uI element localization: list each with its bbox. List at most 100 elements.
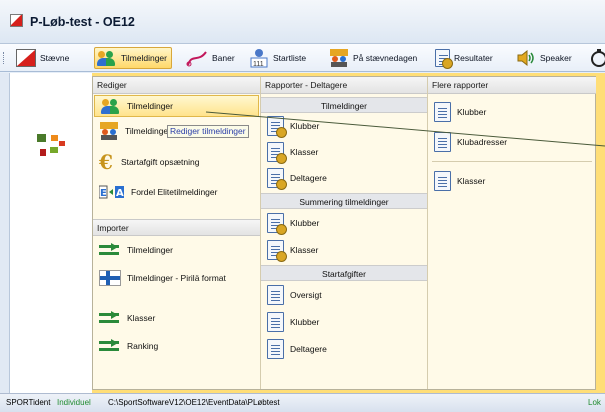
rapport-afg-oversigt-item[interactable]: Oversigt	[261, 281, 427, 308]
report-euro-icon	[267, 338, 284, 359]
left-handle	[3, 52, 5, 64]
column-flere-rapporter: Flere rapporter Klubber Klubadresser Kla…	[428, 77, 596, 389]
svg-text:111: 111	[253, 61, 264, 68]
status-mode: Individuel	[57, 398, 91, 407]
group-header-startafgifter: Startafgifter	[261, 265, 427, 281]
speaker-icon	[517, 50, 534, 66]
report-icon	[267, 168, 287, 190]
item-label: Startafgift opsætning	[121, 157, 200, 167]
orienteering-flag-icon	[16, 49, 36, 67]
item-label: Tilmeldinger - Pirilä format	[127, 273, 226, 283]
item-label: Klasser	[457, 176, 486, 186]
column-rapporter: Rapporter - Deltagere Tilmeldinger Klubb…	[261, 77, 427, 389]
menu-paa-staevnedagen[interactable]: På stævnedagen	[329, 47, 417, 69]
people-sign-icon	[330, 49, 348, 67]
people-icon	[97, 50, 117, 66]
item-label: Klubber	[457, 107, 487, 117]
results-document-icon	[435, 49, 453, 69]
startafgift-opsaetning-item[interactable]: € Startafgift opsætning	[93, 145, 260, 179]
menu-label: Speaker	[540, 53, 572, 63]
people-sign-icon	[100, 122, 118, 140]
menu-label: Startliste	[273, 53, 307, 63]
menu-resultater[interactable]: Resultater	[435, 47, 493, 69]
item-label: Klubadresser	[457, 137, 508, 147]
item-label: Klubber	[290, 217, 320, 228]
group-header-summering: Summering tilmeldinger	[261, 193, 427, 209]
status-right: Lok	[588, 398, 601, 407]
svg-text:A: A	[116, 188, 124, 199]
flere-klubber-item[interactable]: Klubber	[428, 97, 596, 127]
menu-baner[interactable]: Baner	[186, 47, 235, 69]
finnish-flag-icon	[99, 270, 121, 286]
report-icon	[434, 102, 451, 122]
report-icon	[267, 142, 287, 164]
menu-label: Stævne	[40, 53, 70, 63]
flere-klubadresser-item[interactable]: Klubadresser	[428, 127, 596, 157]
item-label: Tilmeldinger	[127, 245, 173, 255]
section-header-importer: Importer	[93, 219, 260, 236]
menu-label: Baner	[212, 53, 235, 63]
course-icon	[186, 51, 207, 67]
section-header-rediger: Rediger	[93, 77, 260, 94]
menu-label: Resultater	[454, 53, 493, 63]
left-strip	[0, 73, 10, 393]
report-icon	[267, 212, 287, 235]
report-icon	[267, 239, 287, 262]
app-logo-icon	[10, 14, 23, 27]
tilmeldinger-dropdown: Rediger Tilmeldinger Tilmeldinger på dag…	[92, 76, 596, 390]
menu-startliste[interactable]: 111 Startliste	[249, 47, 306, 69]
menu-speaker[interactable]: Speaker	[516, 47, 572, 69]
import-pirila-item[interactable]: Tilmeldinger - Pirilä format	[93, 264, 260, 292]
menu-label: Tilmeldinger	[121, 53, 167, 63]
import-tilmeldinger-item[interactable]: Tilmeldinger	[93, 236, 260, 264]
menu-bar: Stævne Tilmeldinger Baner 111 Startliste…	[0, 44, 605, 72]
rapport-tilm-klasser-item[interactable]: Klasser	[261, 139, 427, 165]
column-rediger-importer: Rediger Tilmeldinger Tilmeldinger på dag…	[93, 77, 260, 389]
sportsoftware-logo	[37, 134, 65, 156]
start-clock-icon: 111	[250, 49, 268, 68]
item-label: Deltagere	[290, 173, 327, 183]
rapport-sum-klubber-item[interactable]: Klubber	[261, 209, 427, 236]
rediger-tilmeldinger-item[interactable]: Tilmeldinger	[94, 95, 259, 117]
import-klasser-item[interactable]: Klasser	[93, 304, 260, 332]
report-icon	[434, 132, 451, 152]
menu-label: På stævnedagen	[353, 53, 418, 63]
fordel-elitetilmeldinger-item[interactable]: EA Fordel Elitetilmeldinger	[93, 179, 260, 205]
group-header-tilmeldinger: Tilmeldinger	[261, 97, 427, 113]
rapport-afg-deltagere-item[interactable]: Deltagere	[261, 335, 427, 362]
flere-klasser-item[interactable]: Klasser	[428, 166, 596, 196]
section-header-flere: Flere rapporter	[428, 77, 596, 94]
status-bar: SPORTident Individuel C:\SportSoftwareV1…	[0, 393, 605, 412]
rapport-tilm-klubber-item[interactable]: Klubber	[261, 113, 427, 139]
rapport-sum-klasser-item[interactable]: Klasser	[261, 236, 427, 263]
item-label: Oversigt	[290, 289, 322, 300]
report-euro-icon	[267, 311, 284, 332]
item-label: Deltagere	[290, 343, 327, 354]
item-label: Klasser	[127, 313, 156, 323]
tooltip: Rediger tilmeldinger	[167, 125, 249, 138]
window-title: P-Løb-test - OE12	[30, 15, 135, 29]
status-app: SPORTident	[6, 398, 51, 407]
import-arrow-icon	[99, 310, 121, 326]
item-label: Klasser	[290, 147, 319, 157]
separator	[432, 161, 592, 162]
item-label: Klubber	[290, 316, 320, 327]
rapport-afg-klubber-item[interactable]: Klubber	[261, 308, 427, 335]
import-ranking-item[interactable]: Ranking	[93, 332, 260, 360]
timer-icon[interactable]	[589, 48, 605, 68]
report-icon	[267, 116, 287, 138]
status-path: C:\SportSoftwareV12\OE12\EventData\PLøbt…	[108, 398, 280, 407]
menu-staevne[interactable]: Stævne	[16, 47, 69, 69]
svg-text:E: E	[100, 188, 107, 199]
people-icon	[101, 98, 121, 114]
report-icon	[434, 171, 451, 191]
e-to-a-icon: EA	[99, 185, 124, 199]
import-arrow-icon	[99, 338, 121, 354]
item-label: Klasser	[290, 244, 319, 255]
section-header-rapporter: Rapporter - Deltagere	[261, 77, 427, 94]
item-label: Fordel Elitetilmeldinger	[131, 187, 218, 197]
item-label: Tilmeldinger	[127, 101, 173, 111]
euro-icon: €	[99, 150, 113, 174]
rapport-tilm-deltagere-item[interactable]: Deltagere	[261, 165, 427, 191]
menu-tilmeldinger[interactable]: Tilmeldinger	[94, 47, 172, 69]
